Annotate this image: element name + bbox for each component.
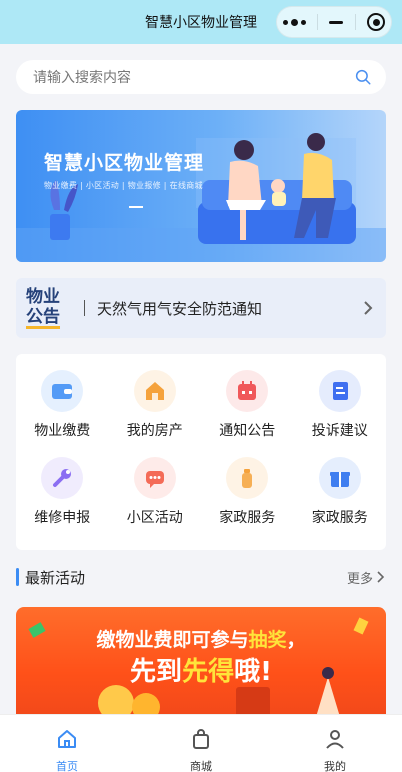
bottle-icon — [226, 457, 269, 499]
promo-line-1-highlight: 抽奖 — [248, 629, 287, 651]
service-item-label: 家政服务 — [311, 510, 368, 526]
more-label: 更多 — [346, 571, 373, 587]
chevron-right-icon[interactable] — [362, 299, 374, 317]
promo-line-1-end: ， — [286, 629, 306, 651]
promo-line-2: 先到先得哦! — [16, 651, 386, 688]
chat-icon — [133, 457, 176, 499]
close-target-icon[interactable] — [367, 13, 386, 31]
house-icon — [133, 370, 176, 412]
tab-user[interactable]: 我的 — [268, 715, 402, 772]
service-item-label: 投诉建议 — [311, 423, 368, 439]
promo-line-1: 缴物业费即可参与抽奖， — [16, 625, 386, 652]
bottom-tab-bar: 首页 商城 我的 — [0, 714, 402, 772]
service-item[interactable]: 物业缴费 — [16, 370, 109, 457]
wallet-icon — [41, 370, 84, 412]
service-item[interactable]: 维修申报 — [16, 457, 109, 544]
more-menu-icon[interactable] — [282, 18, 306, 26]
notice-bar[interactable]: 物业 公告 天然气用气安全防范通知 — [16, 278, 386, 338]
service-item[interactable]: 我的房产 — [109, 370, 202, 457]
section-header-activities: 最新活动 更多 — [16, 566, 386, 588]
promo-banner[interactable]: 缴物业费即可参与抽奖， 先到先得哦! — [16, 607, 386, 717]
document-icon — [318, 370, 361, 412]
mini-program-capsule — [276, 6, 392, 38]
notice-text[interactable]: 天然气用气安全防范通知 — [97, 298, 362, 319]
banner-title: 智慧小区物业管理 — [44, 152, 205, 174]
promo-line-1-text: 缴物业费即可参与 — [96, 629, 249, 651]
capsule-divider — [354, 14, 356, 30]
promo-line-2-highlight: 先得 — [182, 657, 235, 687]
service-item-label: 我的房产 — [126, 423, 183, 439]
service-grid: 物业缴费 我的房产 通知公告 投诉建议维修申报 小区活动 家政服务 家政服务 — [16, 354, 386, 550]
promo-line-2-end: 哦! — [234, 657, 272, 687]
notice-badge: 物业 公告 — [26, 287, 78, 329]
search-bar[interactable]: 请输入搜索内容 — [16, 60, 386, 94]
section-title: 最新活动 — [25, 568, 86, 587]
home-banner[interactable]: 智慧小区物业管理 物业缴费 | 小区活动 | 物业报修 | 在线商城 — [16, 110, 386, 262]
chevron-right-icon — [377, 571, 385, 583]
service-item-label: 通知公告 — [219, 423, 276, 439]
more-link[interactable]: 更多 — [347, 568, 386, 587]
capsule-divider — [317, 14, 319, 30]
service-item-label: 物业缴费 — [34, 423, 91, 439]
service-item[interactable]: 通知公告 — [201, 370, 294, 457]
service-item[interactable]: 投诉建议 — [294, 370, 387, 457]
service-item[interactable]: 家政服务 — [294, 457, 387, 544]
notice-divider — [84, 300, 85, 316]
wrench-icon — [41, 457, 84, 499]
tab-label: 首页 — [56, 760, 78, 772]
gift-icon — [318, 457, 361, 499]
home-icon — [55, 727, 79, 755]
service-item[interactable]: 小区活动 — [109, 457, 202, 544]
service-item[interactable]: 家政服务 — [201, 457, 294, 544]
notice-badge-top: 物业 — [26, 287, 60, 307]
banner-subtitle: 物业缴费 | 小区活动 | 物业报修 | 在线商城 — [44, 181, 203, 190]
search-icon[interactable] — [354, 68, 372, 86]
top-bar: 智慧小区物业管理 — [0, 0, 402, 44]
service-item-label: 维修申报 — [34, 510, 91, 526]
service-item-label: 小区活动 — [126, 510, 183, 526]
service-item-label: 家政服务 — [219, 510, 276, 526]
calendar-icon — [226, 370, 269, 412]
section-accent-bar — [16, 568, 19, 586]
banner-indicator — [129, 206, 143, 208]
minimize-icon[interactable] — [329, 20, 344, 24]
shopping-bag-icon — [189, 727, 213, 755]
tab-home[interactable]: 首页 — [0, 715, 134, 772]
tab-shopping-bag[interactable]: 商城 — [134, 715, 268, 772]
notice-badge-bottom: 公告 — [26, 307, 60, 329]
promo-line-2-text: 先到 — [130, 657, 183, 687]
tab-label: 我的 — [324, 760, 346, 772]
user-icon — [323, 727, 347, 755]
tab-label: 商城 — [190, 760, 212, 772]
search-input[interactable]: 请输入搜索内容 — [33, 67, 354, 87]
